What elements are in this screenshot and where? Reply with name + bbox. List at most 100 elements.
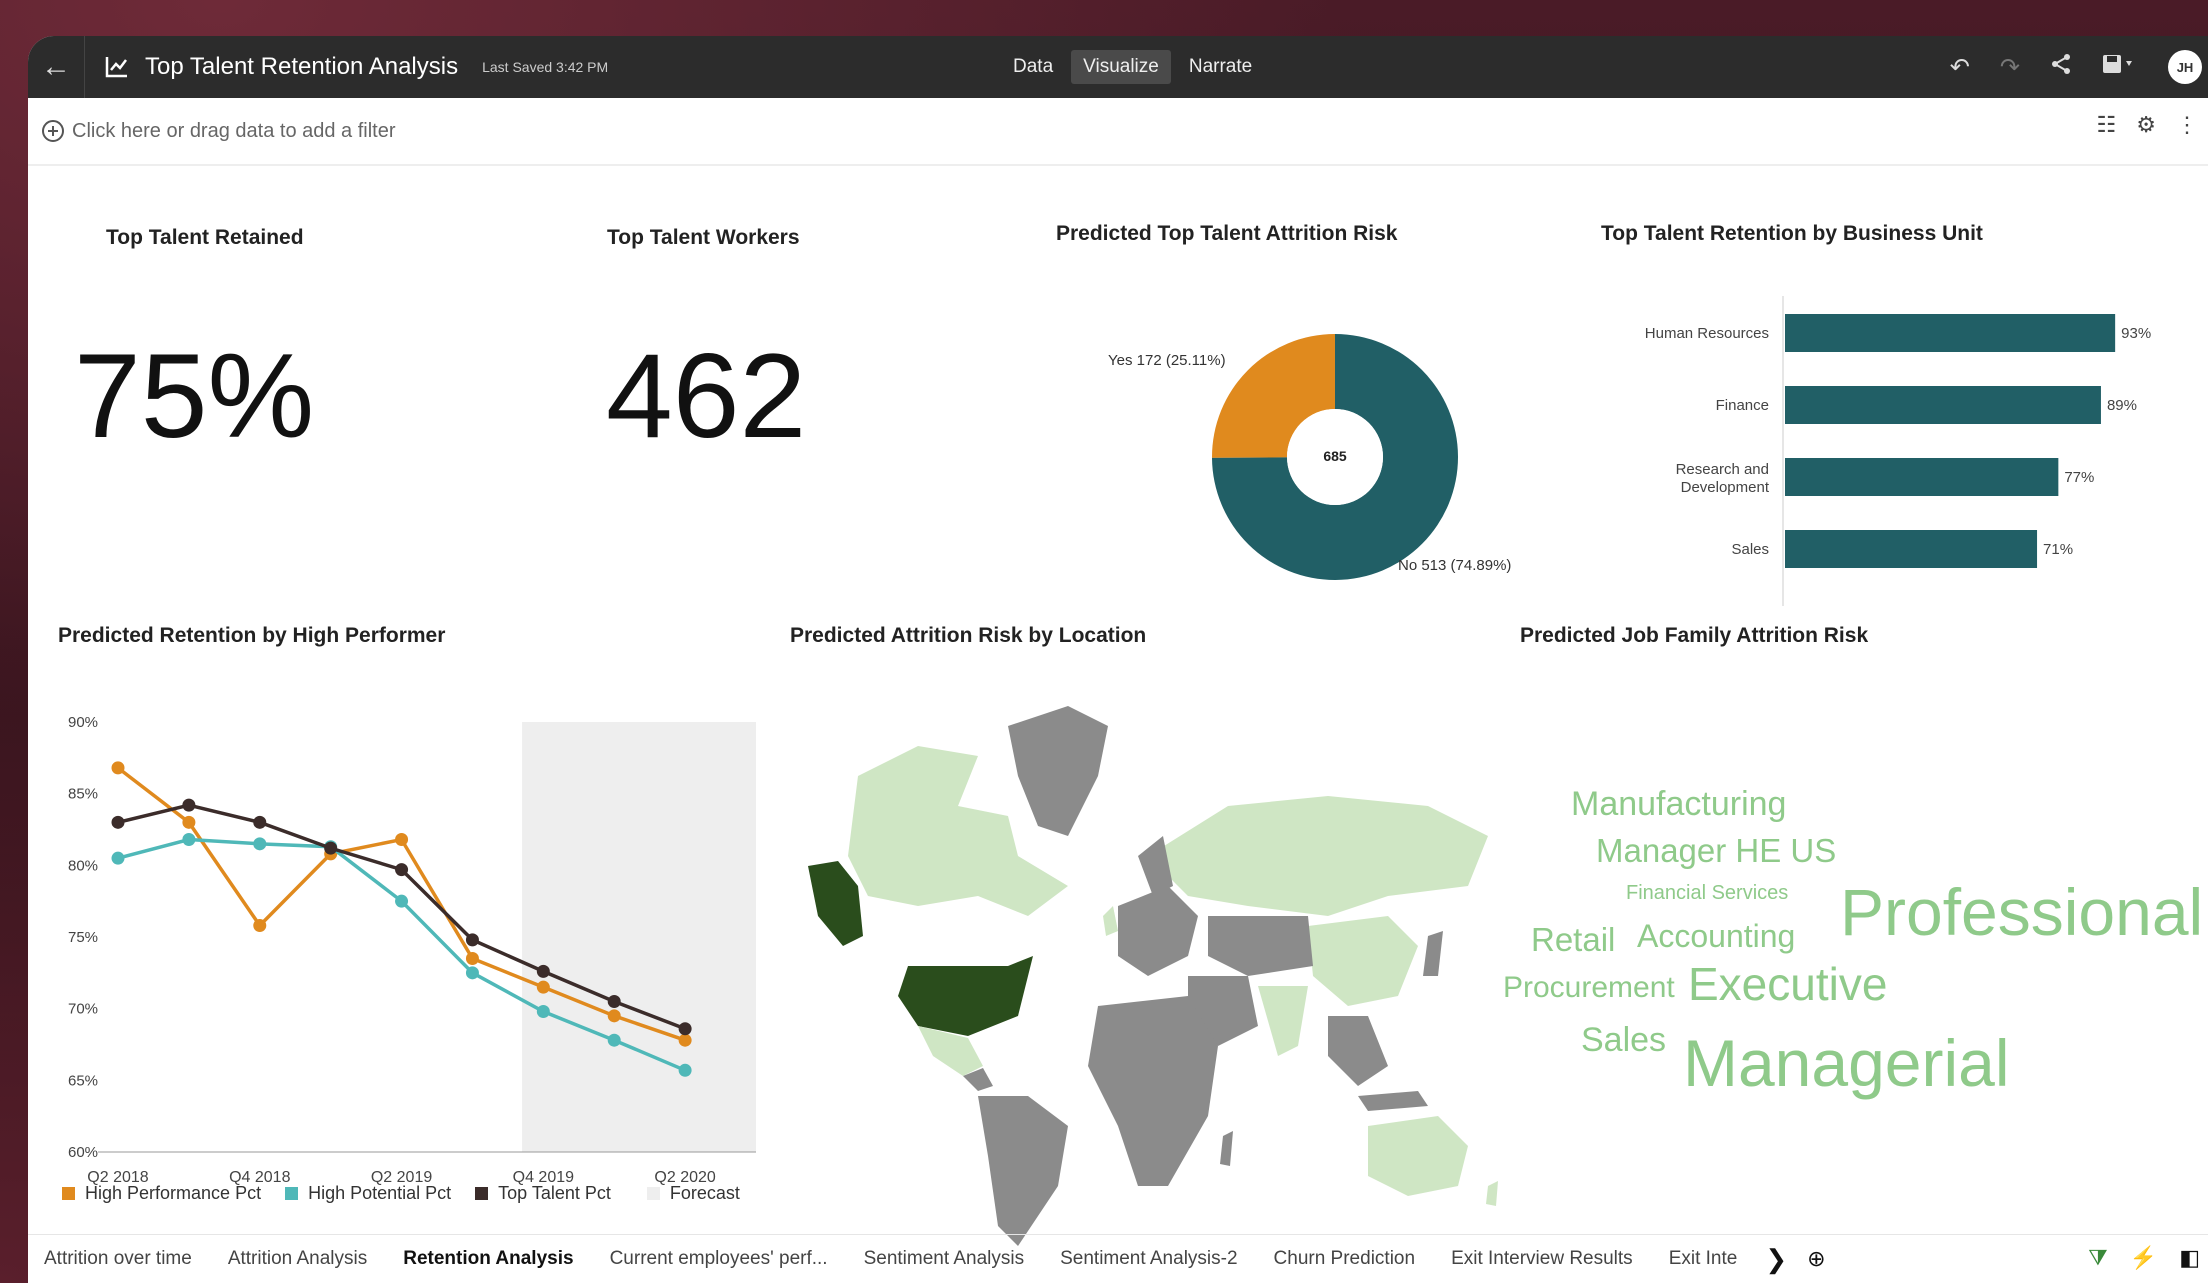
series-point[interactable] [465,952,479,965]
chevron-right-icon[interactable]: ❯ [1755,1244,1797,1275]
back-arrow-icon[interactable]: ← [28,50,84,84]
series-point[interactable] [395,833,409,847]
series-point[interactable] [111,815,125,829]
tab-current-employees[interactable]: Current employees' perf... [592,1248,846,1270]
word-cloud-term[interactable]: Accounting [1637,918,1795,955]
series-point[interactable] [678,1033,692,1047]
series-point[interactable] [465,966,479,980]
legend-item[interactable]: Top Talent Pct [475,1183,611,1204]
filter-icon[interactable]: ⧩ [2088,1245,2108,1271]
tab-retention-analysis[interactable]: Retention Analysis [385,1248,591,1270]
series-point[interactable] [678,1063,692,1077]
lightning-icon[interactable]: ⚡ [2130,1245,2157,1271]
retention-line-chart[interactable]: 90%85%80%75%70%65%60%Q2 2018 Q4 2018 Q2 20… [38,666,768,1186]
bar-value-label: 77% [2064,469,2094,486]
series-point[interactable] [395,894,409,908]
project-title: Top Talent Retention Analysis [145,53,459,80]
mode-data[interactable]: Data [1001,50,1065,84]
user-avatar[interactable]: JH [2168,50,2202,84]
map-region-usa[interactable] [898,956,1033,1036]
bar[interactable] [1785,386,2101,424]
map-region-japan[interactable] [1423,931,1443,976]
save-dropdown-icon[interactable] [2102,53,2138,82]
tab-attrition-over-time[interactable]: Attrition over time [28,1248,210,1270]
map-region-greenland[interactable] [1008,706,1108,836]
word-cloud-term[interactable]: Executive [1688,957,1887,1011]
map-region-uk[interactable] [1103,906,1118,936]
word-cloud-term[interactable]: Retail [1531,921,1615,959]
word-cloud-term[interactable]: Manufacturing [1571,785,1786,824]
map-region-europe[interactable] [1118,886,1198,976]
layout-icon[interactable]: ◧ [2179,1245,2200,1271]
line-legend: High Performance Pct High Potential Pct … [62,1183,754,1204]
map-region-indonesia[interactable] [1358,1091,1428,1111]
series-point[interactable] [253,837,267,851]
tab-attrition-analysis[interactable]: Attrition Analysis [210,1248,385,1270]
undo-icon[interactable]: ↶ [1950,53,1970,82]
map-region-africa[interactable] [1088,996,1218,1186]
series-point[interactable] [111,761,125,775]
add-filter-icon[interactable] [40,118,66,144]
filter-placeholder[interactable]: Click here or drag data to add a filter [72,120,396,143]
world-map[interactable] [768,686,1528,1246]
series-point[interactable] [324,841,338,855]
map-region-south-america[interactable] [978,1096,1068,1246]
bar[interactable] [1785,530,2038,568]
legend-item[interactable]: Forecast [646,1183,740,1204]
kpi-workers-title: Top Talent Workers [607,226,800,249]
add-canvas-icon[interactable]: ⊕ [1797,1246,1835,1272]
series-point[interactable] [111,851,125,865]
series-point[interactable] [182,833,196,847]
series-point[interactable] [465,933,479,947]
tab-sentiment-analysis-2[interactable]: Sentiment Analysis-2 [1042,1248,1255,1270]
map-region-central-asia[interactable] [1208,916,1313,976]
series-point[interactable] [536,980,550,994]
series-point[interactable] [536,964,550,978]
word-cloud-term[interactable]: Sales [1581,1021,1666,1060]
bar[interactable] [1785,314,2116,352]
filter-bar[interactable]: Click here or drag data to add a filter … [28,98,2208,166]
map-region-australia[interactable] [1368,1116,1468,1196]
business-unit-bar-chart[interactable]: 93% Human Resources 89% Finance 77% Research … [1588,276,2208,616]
series-point[interactable] [253,815,267,829]
bar[interactable] [1785,458,2059,496]
share-icon[interactable] [2050,53,2072,82]
tab-sentiment-analysis[interactable]: Sentiment Analysis [846,1248,1043,1270]
map-region-new-zealand[interactable] [1486,1181,1498,1206]
word-cloud-term[interactable]: Procurement [1503,971,1675,1005]
filter-panel-icon[interactable]: ⚙ [2136,112,2156,138]
mode-visualize[interactable]: Visualize [1071,50,1171,84]
series-point[interactable] [395,863,409,877]
more-icon[interactable]: ⋮ [2176,112,2198,138]
series-point[interactable] [678,1022,692,1036]
series-point[interactable] [253,919,267,933]
map-region-india[interactable] [1258,986,1308,1056]
series-point[interactable] [607,995,621,1008]
map-region-china[interactable] [1308,916,1418,1006]
series-point[interactable] [607,1033,621,1047]
redo-icon[interactable]: ↷ [2000,53,2020,82]
legend-label: High Potential Pct [308,1183,452,1203]
word-cloud-term[interactable]: Manager HE US [1596,832,1836,870]
tab-churn-prediction[interactable]: Churn Prediction [1256,1248,1434,1270]
filter-settings-icon[interactable]: ☷ [2097,112,2117,138]
series-point[interactable] [607,1009,621,1023]
series-point[interactable] [536,1005,550,1019]
tab-exit-interview-results[interactable]: Exit Interview Results [1433,1248,1651,1270]
series-point[interactable] [182,815,196,829]
legend-item[interactable]: High Potential Pct [285,1183,451,1204]
map-region-southeast-asia[interactable] [1328,1016,1388,1086]
map-region-russia[interactable] [1148,796,1488,916]
last-saved: Last Saved 3:42 PM [482,59,609,75]
series-point[interactable] [182,798,196,812]
legend-item[interactable]: High Performance Pct [62,1183,261,1204]
word-cloud-term[interactable]: Financial Services [1626,882,1788,905]
map-region-madagascar[interactable] [1220,1131,1233,1166]
tab-exit-inte[interactable]: Exit Inte [1651,1248,1756,1270]
word-cloud-term[interactable]: Managerial [1683,1025,2010,1101]
map-region-alaska[interactable] [808,861,863,946]
kpi-workers-value: 462 [606,329,807,463]
mode-narrate[interactable]: Narrate [1177,50,1264,84]
donut-chart[interactable]: 685 Yes 172 (25.11%) No 513 (74.89%) [1068,286,1588,606]
word-cloud-term[interactable]: Professional [1840,874,2203,950]
